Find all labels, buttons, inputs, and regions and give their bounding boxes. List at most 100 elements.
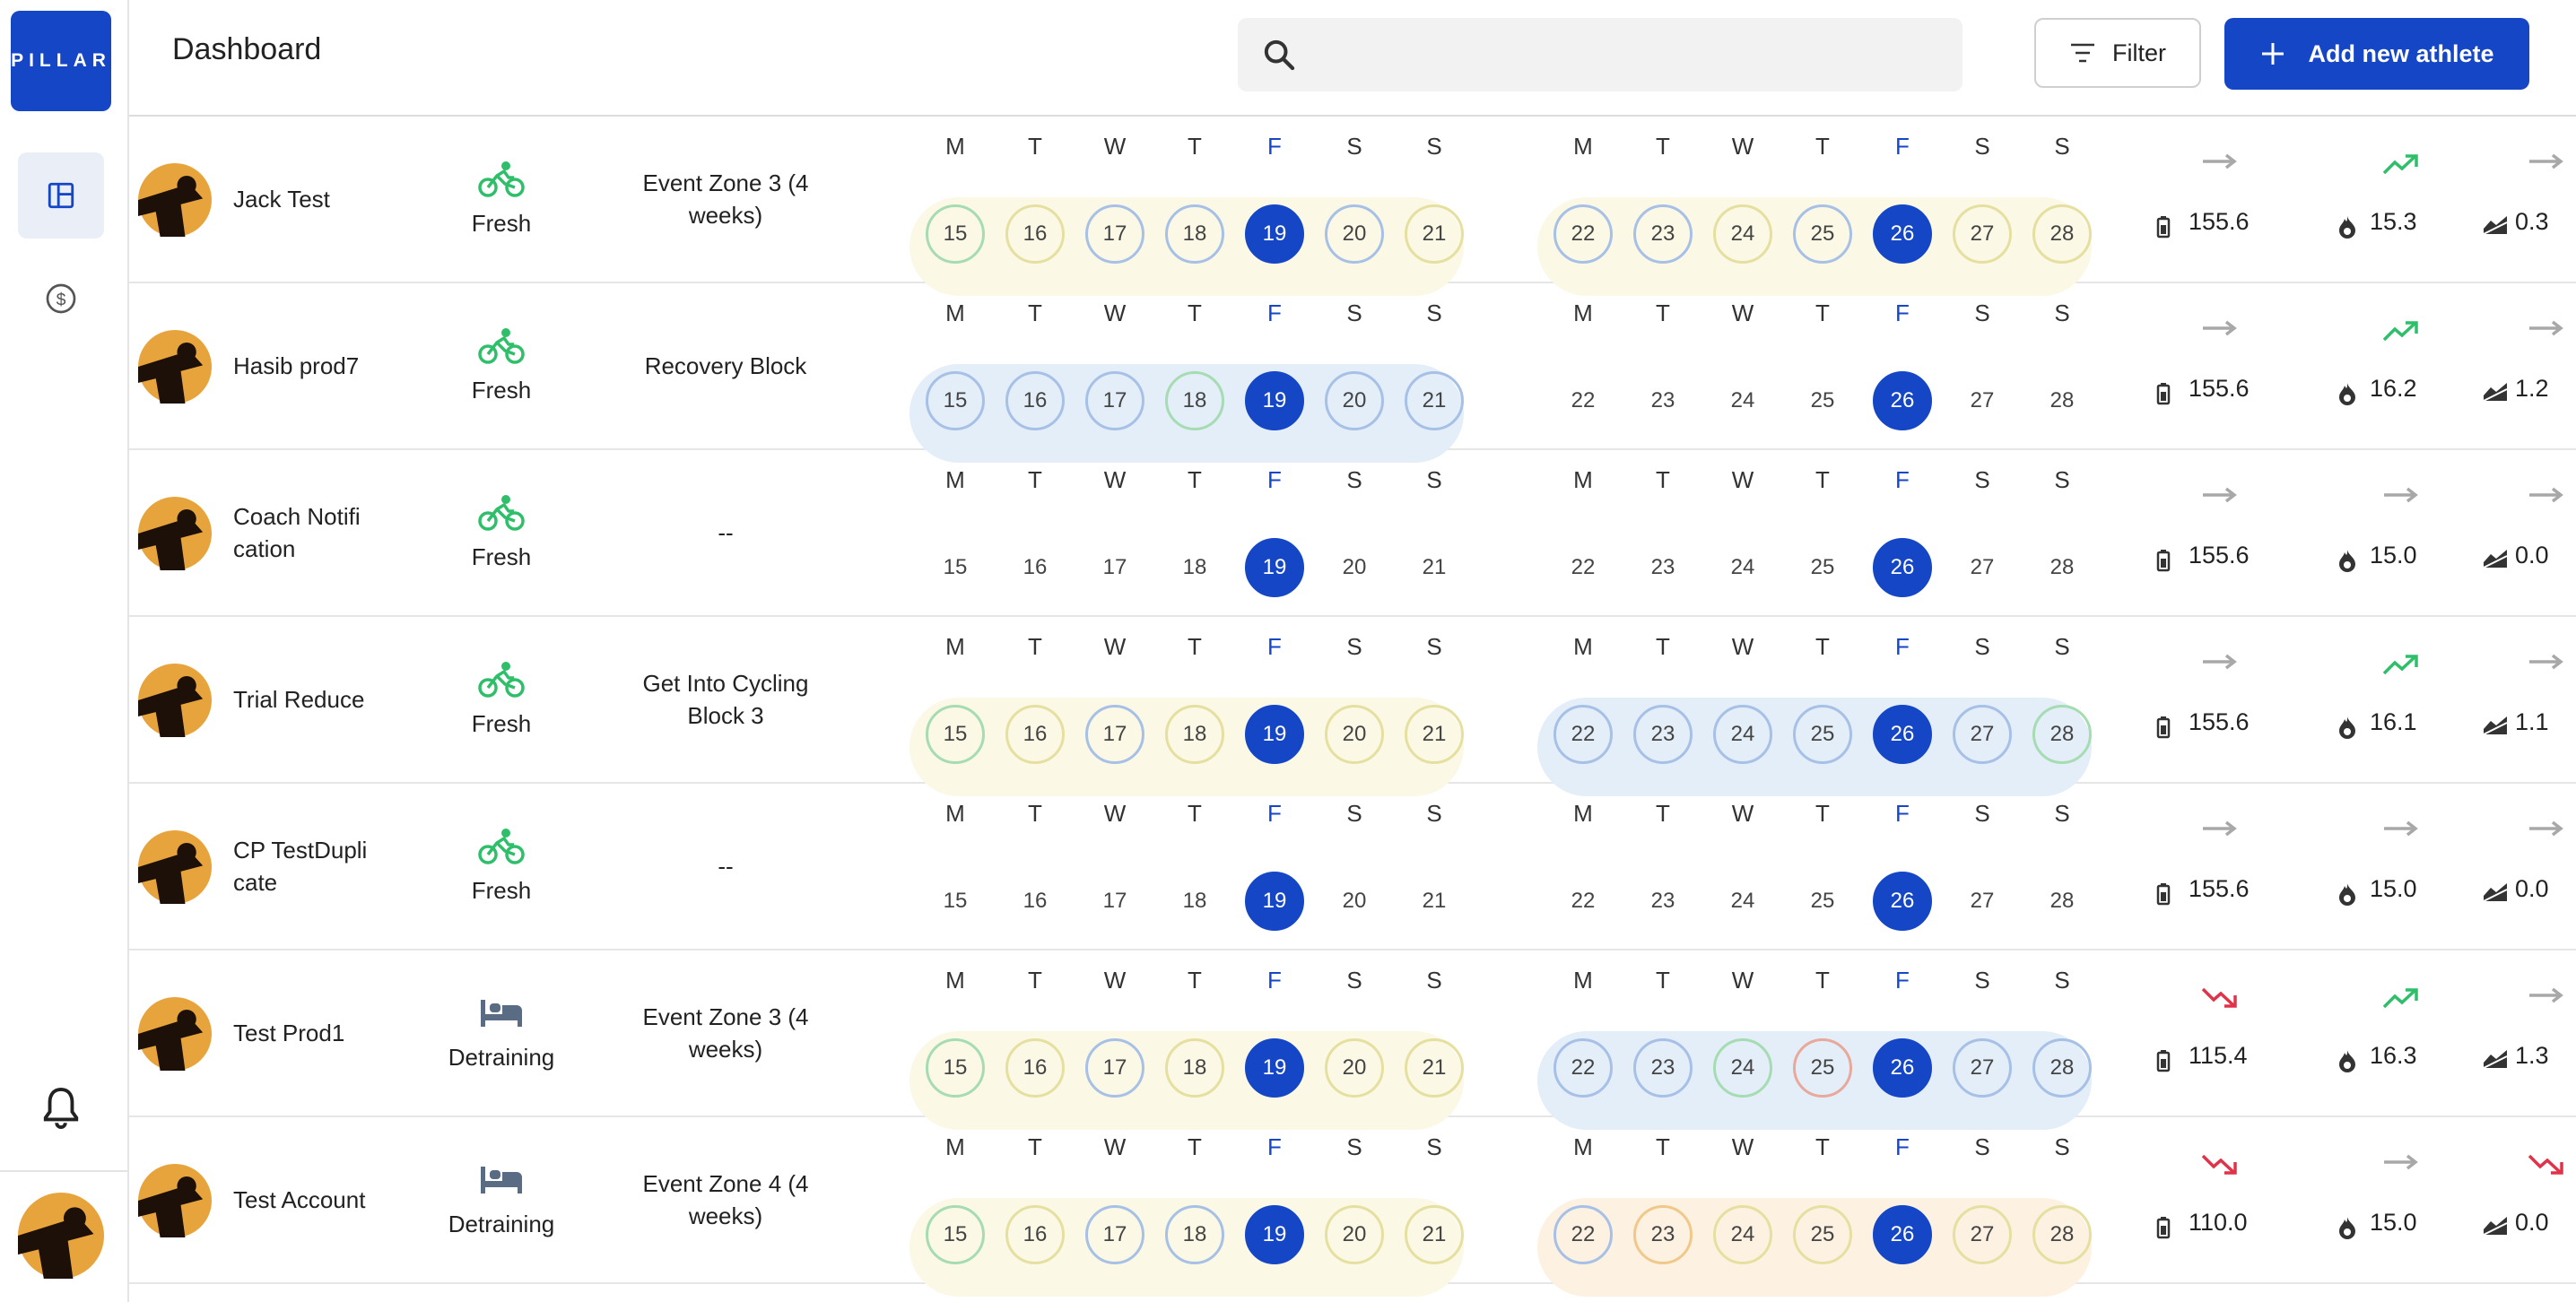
search-input[interactable] bbox=[1315, 30, 1937, 81]
calendar-day[interactable]: 17 bbox=[1085, 1038, 1144, 1098]
calendar-day[interactable]: 23 bbox=[1633, 538, 1693, 597]
calendar-day[interactable]: 22 bbox=[1553, 204, 1613, 264]
calendar-day[interactable]: 26 bbox=[1873, 1205, 1932, 1264]
calendar-day[interactable]: 25 bbox=[1793, 204, 1852, 264]
calendar-day[interactable]: 25 bbox=[1793, 872, 1852, 931]
calendar-day[interactable]: 17 bbox=[1085, 538, 1144, 597]
calendar-day[interactable]: 20 bbox=[1325, 1038, 1384, 1098]
calendar-day[interactable]: 24 bbox=[1713, 872, 1772, 931]
calendar-day[interactable]: 22 bbox=[1553, 705, 1613, 764]
calendar-day[interactable]: 22 bbox=[1553, 371, 1613, 430]
athlete-avatar[interactable] bbox=[138, 1164, 212, 1237]
calendar-day[interactable]: 23 bbox=[1633, 872, 1693, 931]
athlete-name[interactable]: Test Prod1 bbox=[233, 950, 368, 1115]
athlete-name[interactable]: Coach Notification bbox=[233, 450, 368, 615]
calendar-day[interactable]: 28 bbox=[2032, 1205, 2092, 1264]
calendar-day[interactable]: 22 bbox=[1553, 1038, 1613, 1098]
calendar-day[interactable]: 18 bbox=[1165, 538, 1224, 597]
calendar-day[interactable]: 28 bbox=[2032, 371, 2092, 430]
calendar-day[interactable]: 24 bbox=[1713, 204, 1772, 264]
calendar-day[interactable]: 21 bbox=[1405, 1038, 1464, 1098]
athlete-name[interactable]: Test Account bbox=[233, 1117, 368, 1282]
calendar-day[interactable]: 27 bbox=[1953, 872, 2012, 931]
calendar-day[interactable]: 18 bbox=[1165, 371, 1224, 430]
calendar-day[interactable]: 19 bbox=[1245, 371, 1304, 430]
nav-dashboard-button[interactable] bbox=[18, 152, 104, 239]
calendar-day[interactable]: 28 bbox=[2032, 1038, 2092, 1098]
calendar-day[interactable]: 16 bbox=[1005, 1038, 1065, 1098]
calendar-day[interactable]: 20 bbox=[1325, 872, 1384, 931]
calendar-day[interactable]: 16 bbox=[1005, 705, 1065, 764]
calendar-day[interactable]: 21 bbox=[1405, 1205, 1464, 1264]
athlete-name[interactable]: Hasib prod7 bbox=[233, 283, 368, 448]
calendar-day[interactable]: 18 bbox=[1165, 705, 1224, 764]
calendar-day[interactable]: 16 bbox=[1005, 872, 1065, 931]
calendar-day[interactable]: 18 bbox=[1165, 1038, 1224, 1098]
calendar-day[interactable]: 15 bbox=[926, 872, 985, 931]
calendar-day[interactable]: 19 bbox=[1245, 1038, 1304, 1098]
calendar-day[interactable]: 17 bbox=[1085, 204, 1144, 264]
calendar-day[interactable]: 23 bbox=[1633, 705, 1693, 764]
pillar-logo[interactable]: PILLAR bbox=[11, 11, 111, 111]
calendar-day[interactable]: 28 bbox=[2032, 872, 2092, 931]
calendar-day[interactable]: 24 bbox=[1713, 705, 1772, 764]
calendar-day[interactable]: 27 bbox=[1953, 1205, 2012, 1264]
calendar-day[interactable]: 25 bbox=[1793, 1038, 1852, 1098]
calendar-day[interactable]: 17 bbox=[1085, 872, 1144, 931]
calendar-day[interactable]: 27 bbox=[1953, 1038, 2012, 1098]
athlete-avatar[interactable] bbox=[138, 830, 212, 904]
calendar-day[interactable]: 20 bbox=[1325, 538, 1384, 597]
calendar-day[interactable]: 28 bbox=[2032, 538, 2092, 597]
calendar-day[interactable]: 21 bbox=[1405, 872, 1464, 931]
calendar-day[interactable]: 24 bbox=[1713, 1205, 1772, 1264]
calendar-day[interactable]: 23 bbox=[1633, 204, 1693, 264]
calendar-day[interactable]: 24 bbox=[1713, 538, 1772, 597]
calendar-day[interactable]: 26 bbox=[1873, 204, 1932, 264]
calendar-day[interactable]: 21 bbox=[1405, 538, 1464, 597]
athlete-name[interactable]: CP TestDuplicate bbox=[233, 784, 368, 949]
calendar-day[interactable]: 21 bbox=[1405, 371, 1464, 430]
calendar-day[interactable]: 23 bbox=[1633, 371, 1693, 430]
athlete-avatar[interactable] bbox=[138, 997, 212, 1071]
calendar-day[interactable]: 21 bbox=[1405, 204, 1464, 264]
nav-billing-button[interactable]: $ bbox=[18, 256, 104, 342]
calendar-day[interactable]: 28 bbox=[2032, 204, 2092, 264]
calendar-day[interactable]: 24 bbox=[1713, 371, 1772, 430]
table-row[interactable]: Jack Test Fresh Event Zone 3 (4 weeks) M 15 T… bbox=[129, 117, 2576, 296]
notifications-button[interactable] bbox=[18, 1065, 104, 1151]
calendar-day[interactable]: 15 bbox=[926, 204, 985, 264]
table-row[interactable]: Test Account Detraining Event Zone 4 (4 we… bbox=[129, 1117, 2576, 1297]
athlete-avatar[interactable] bbox=[138, 163, 212, 237]
calendar-day[interactable]: 19 bbox=[1245, 872, 1304, 931]
calendar-day[interactable]: 20 bbox=[1325, 705, 1384, 764]
calendar-day[interactable]: 27 bbox=[1953, 204, 2012, 264]
calendar-day[interactable]: 17 bbox=[1085, 371, 1144, 430]
table-row[interactable]: Coach Notification Fresh -- M 15 T 16 W 17 T 18 F 19… bbox=[129, 450, 2576, 617]
calendar-day[interactable]: 15 bbox=[926, 1205, 985, 1264]
calendar-day[interactable]: 16 bbox=[1005, 1205, 1065, 1264]
calendar-day[interactable]: 20 bbox=[1325, 204, 1384, 264]
calendar-day[interactable]: 23 bbox=[1633, 1038, 1693, 1098]
calendar-day[interactable]: 16 bbox=[1005, 538, 1065, 597]
calendar-day[interactable]: 18 bbox=[1165, 204, 1224, 264]
table-row[interactable]: Test Prod1 Detraining Event Zone 3 (4 week… bbox=[129, 950, 2576, 1130]
calendar-day[interactable]: 24 bbox=[1713, 1038, 1772, 1098]
calendar-day[interactable]: 23 bbox=[1633, 1205, 1693, 1264]
athlete-avatar[interactable] bbox=[138, 330, 212, 404]
calendar-day[interactable]: 25 bbox=[1793, 371, 1852, 430]
calendar-day[interactable]: 22 bbox=[1553, 1205, 1613, 1264]
calendar-day[interactable]: 18 bbox=[1165, 1205, 1224, 1264]
table-row[interactable]: CP TestDuplicate Fresh -- M 15 T 16 W 17 T 18 F 19 S 2… bbox=[129, 784, 2576, 950]
calendar-day[interactable]: 25 bbox=[1793, 705, 1852, 764]
add-new-athlete-button[interactable]: Add new athlete bbox=[2224, 18, 2529, 90]
calendar-day[interactable]: 15 bbox=[926, 1038, 985, 1098]
calendar-day[interactable]: 20 bbox=[1325, 371, 1384, 430]
athlete-avatar[interactable] bbox=[138, 664, 212, 737]
calendar-day[interactable]: 26 bbox=[1873, 371, 1932, 430]
calendar-day[interactable]: 17 bbox=[1085, 1205, 1144, 1264]
calendar-day[interactable]: 16 bbox=[1005, 371, 1065, 430]
calendar-day[interactable]: 26 bbox=[1873, 538, 1932, 597]
athlete-name[interactable]: Trial Reduce bbox=[233, 617, 368, 782]
calendar-day[interactable]: 19 bbox=[1245, 538, 1304, 597]
calendar-day[interactable]: 17 bbox=[1085, 705, 1144, 764]
